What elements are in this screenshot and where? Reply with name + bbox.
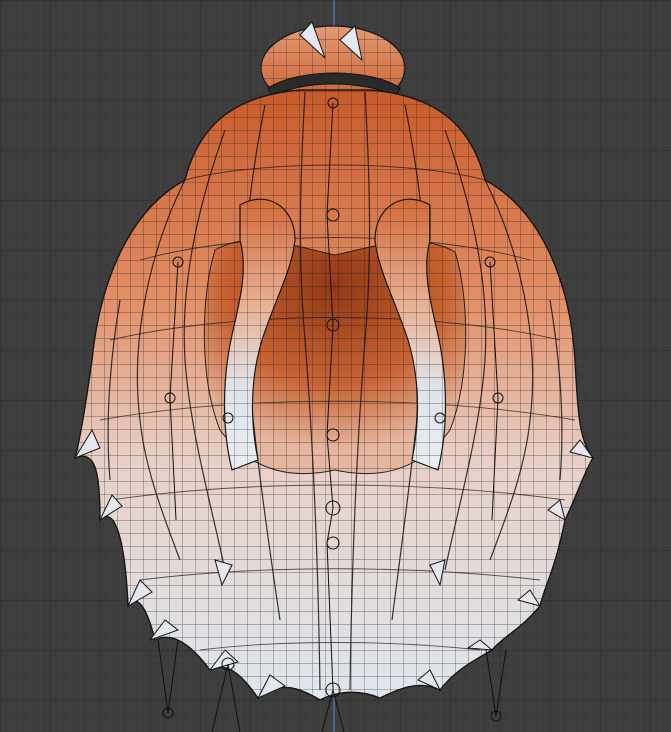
3d-viewport[interactable] [0, 0, 671, 732]
viewport-canvas[interactable] [0, 0, 671, 732]
